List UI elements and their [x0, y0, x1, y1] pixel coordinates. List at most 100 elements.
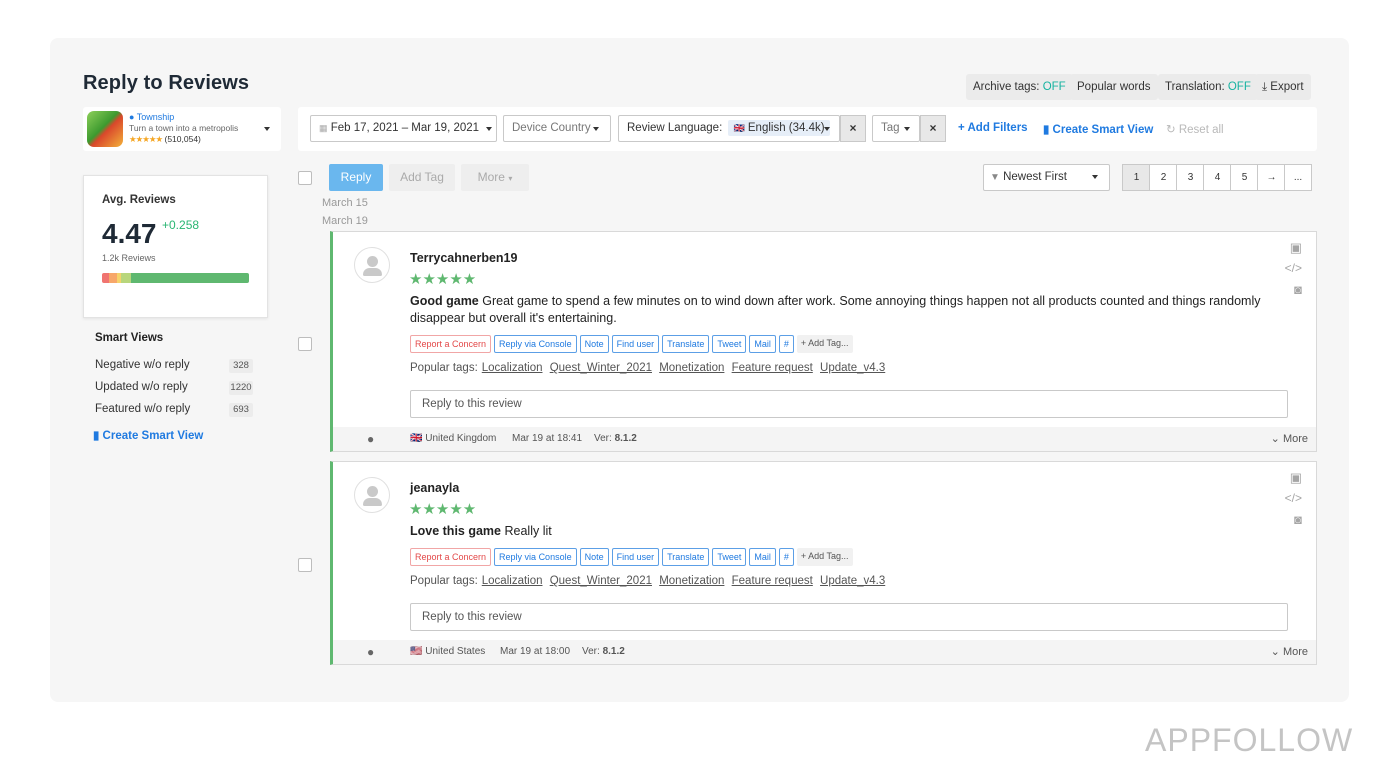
- review-checkbox[interactable]: [298, 558, 312, 572]
- select-all-checkbox[interactable]: [298, 171, 312, 185]
- app-name: ● Township: [129, 112, 174, 122]
- tag-select[interactable]: Tag: [872, 115, 920, 142]
- code-icon[interactable]: </>: [1285, 261, 1302, 275]
- more-toggle[interactable]: ⌄ More: [1271, 640, 1308, 664]
- version-label: Ver:: [582, 646, 600, 657]
- note-button[interactable]: Note: [579, 335, 609, 353]
- archive-tags-toggle[interactable]: Archive tags: OFF: [966, 74, 1073, 100]
- popular-words-button[interactable]: Popular words: [1070, 74, 1158, 100]
- page-button[interactable]: 5: [1230, 164, 1258, 191]
- chevron-down-icon: [264, 127, 270, 131]
- translate-button[interactable]: Translate: [662, 548, 710, 566]
- review-title: Good game: [410, 294, 479, 308]
- note-button[interactable]: Note: [579, 548, 609, 566]
- mail-button[interactable]: Mail: [749, 335, 776, 353]
- date-range-select[interactable]: ▦ Feb 17, 2021 – Mar 19, 2021: [310, 115, 497, 142]
- sort-select[interactable]: ▼ Newest First: [983, 164, 1110, 191]
- chevron-down-icon: [1092, 175, 1098, 179]
- tweet-button[interactable]: Tweet: [712, 335, 747, 353]
- add-tag-inline-button[interactable]: + Add Tag...: [796, 548, 853, 566]
- popular-tag[interactable]: Monetization: [659, 362, 724, 374]
- plus-icon: +: [958, 122, 965, 134]
- review-date: Mar 19 at 18:41: [512, 433, 583, 444]
- device-country-select[interactable]: Device Country: [503, 115, 611, 142]
- more-toggle-label: More: [1282, 433, 1308, 445]
- reply-via-console-button[interactable]: Reply via Console: [494, 335, 577, 353]
- edit-image-icon[interactable]: ▣: [1290, 470, 1302, 486]
- smart-view-negative[interactable]: Negative w/o reply: [95, 359, 190, 371]
- page-button[interactable]: →: [1257, 164, 1285, 191]
- reply-button[interactable]: Reply: [329, 164, 383, 191]
- review-stars: ★★★★★: [409, 501, 477, 518]
- language-chip: 🇬🇧 English (34.4k): [728, 120, 830, 136]
- more-toggle-label: More: [1282, 646, 1308, 658]
- find-user-button[interactable]: Find user: [611, 548, 660, 566]
- mail-button[interactable]: Mail: [749, 548, 776, 566]
- popular-tag[interactable]: Localization: [482, 575, 543, 587]
- popular-tag[interactable]: Update_v4.3: [820, 575, 885, 587]
- avg-reviews-delta: +0.258: [162, 218, 200, 232]
- review-language-select[interactable]: Review Language: 🇬🇧 English (34.4k): [618, 115, 840, 142]
- user-avatar-icon: [354, 477, 390, 513]
- app-name-text: Township: [136, 112, 175, 122]
- page-title: Reply to Reviews: [83, 72, 250, 94]
- avg-reviews-count: 1.2k Reviews: [102, 253, 156, 263]
- calendar-icon: ▦: [319, 123, 328, 133]
- review-checkbox[interactable]: [298, 337, 312, 351]
- clear-tag-button[interactable]: ×: [920, 115, 946, 142]
- app-icon: [87, 111, 123, 147]
- popular-tag[interactable]: Quest_Winter_2021: [550, 362, 652, 374]
- report-concern-button[interactable]: Report a Concern: [410, 548, 492, 566]
- page-button[interactable]: 1: [1122, 164, 1150, 191]
- review-footer: ● 🇺🇸 United States Mar 19 at 18:00 Ver: …: [333, 640, 1316, 664]
- smart-view-featured-count: 693: [229, 403, 253, 417]
- bookmark-icon: ▮: [93, 430, 100, 442]
- avg-reviews-value: 4.47: [102, 218, 157, 249]
- page-button[interactable]: ...: [1284, 164, 1312, 191]
- page-button[interactable]: 4: [1203, 164, 1231, 191]
- clear-language-button[interactable]: ×: [840, 115, 866, 142]
- sort-value: Newest First: [1003, 171, 1068, 183]
- popular-tag[interactable]: Quest_Winter_2021: [550, 575, 652, 587]
- popular-tag[interactable]: Localization: [482, 362, 543, 374]
- code-icon[interactable]: </>: [1285, 491, 1302, 505]
- create-smart-view-link[interactable]: ▮ Create Smart View: [1043, 122, 1153, 136]
- reply-input[interactable]: Reply to this review: [410, 390, 1288, 418]
- smart-view-updated[interactable]: Updated w/o reply: [95, 381, 188, 393]
- popular-tag[interactable]: Feature request: [732, 575, 813, 587]
- page-button[interactable]: 2: [1149, 164, 1177, 191]
- sidebar-create-smart-view-link[interactable]: ▮ Create Smart View: [93, 428, 203, 442]
- add-filters-link[interactable]: + Add Filters: [958, 122, 1028, 134]
- camera-icon[interactable]: ◙: [1294, 512, 1302, 527]
- find-user-button[interactable]: Find user: [611, 335, 660, 353]
- app-selector[interactable]: ● Township Turn a town into a metropolis…: [83, 107, 281, 151]
- version-value: 8.1.2: [602, 646, 625, 657]
- country-flag-icon: 🇺🇸: [410, 646, 423, 657]
- more-dropdown-button[interactable]: More ▾: [461, 164, 529, 191]
- edit-image-icon[interactable]: ▣: [1290, 240, 1302, 256]
- report-concern-button[interactable]: Report a Concern: [410, 335, 492, 353]
- smart-view-negative-count: 328: [229, 359, 253, 373]
- add-tag-inline-button[interactable]: + Add Tag...: [796, 335, 853, 353]
- translate-button[interactable]: Translate: [662, 335, 710, 353]
- reply-input[interactable]: Reply to this review: [410, 603, 1288, 631]
- reset-all-link[interactable]: ↻ Reset all: [1166, 122, 1224, 136]
- tweet-button[interactable]: Tweet: [712, 548, 747, 566]
- popular-tag[interactable]: Monetization: [659, 575, 724, 587]
- camera-icon[interactable]: ◙: [1294, 282, 1302, 297]
- hash-button[interactable]: #: [778, 548, 794, 566]
- export-button[interactable]: ⤓ Export: [1255, 74, 1311, 100]
- more-toggle[interactable]: ⌄ More: [1271, 427, 1308, 451]
- create-smart-view-label: Create Smart View: [1052, 124, 1154, 136]
- popular-tags: Popular tags: Localization Quest_Winter_2…: [410, 575, 885, 587]
- add-tag-inline-label: Add Tag...: [808, 338, 849, 348]
- hash-button[interactable]: #: [778, 335, 794, 353]
- chevron-down-icon: [904, 127, 910, 131]
- popular-tag[interactable]: Update_v4.3: [820, 362, 885, 374]
- smart-view-featured[interactable]: Featured w/o reply: [95, 403, 190, 415]
- translation-toggle[interactable]: Translation: OFF: [1158, 74, 1258, 100]
- page-button[interactable]: 3: [1176, 164, 1204, 191]
- popular-tag[interactable]: Feature request: [732, 362, 813, 374]
- reply-via-console-button[interactable]: Reply via Console: [494, 548, 577, 566]
- add-tag-button[interactable]: Add Tag: [389, 164, 455, 191]
